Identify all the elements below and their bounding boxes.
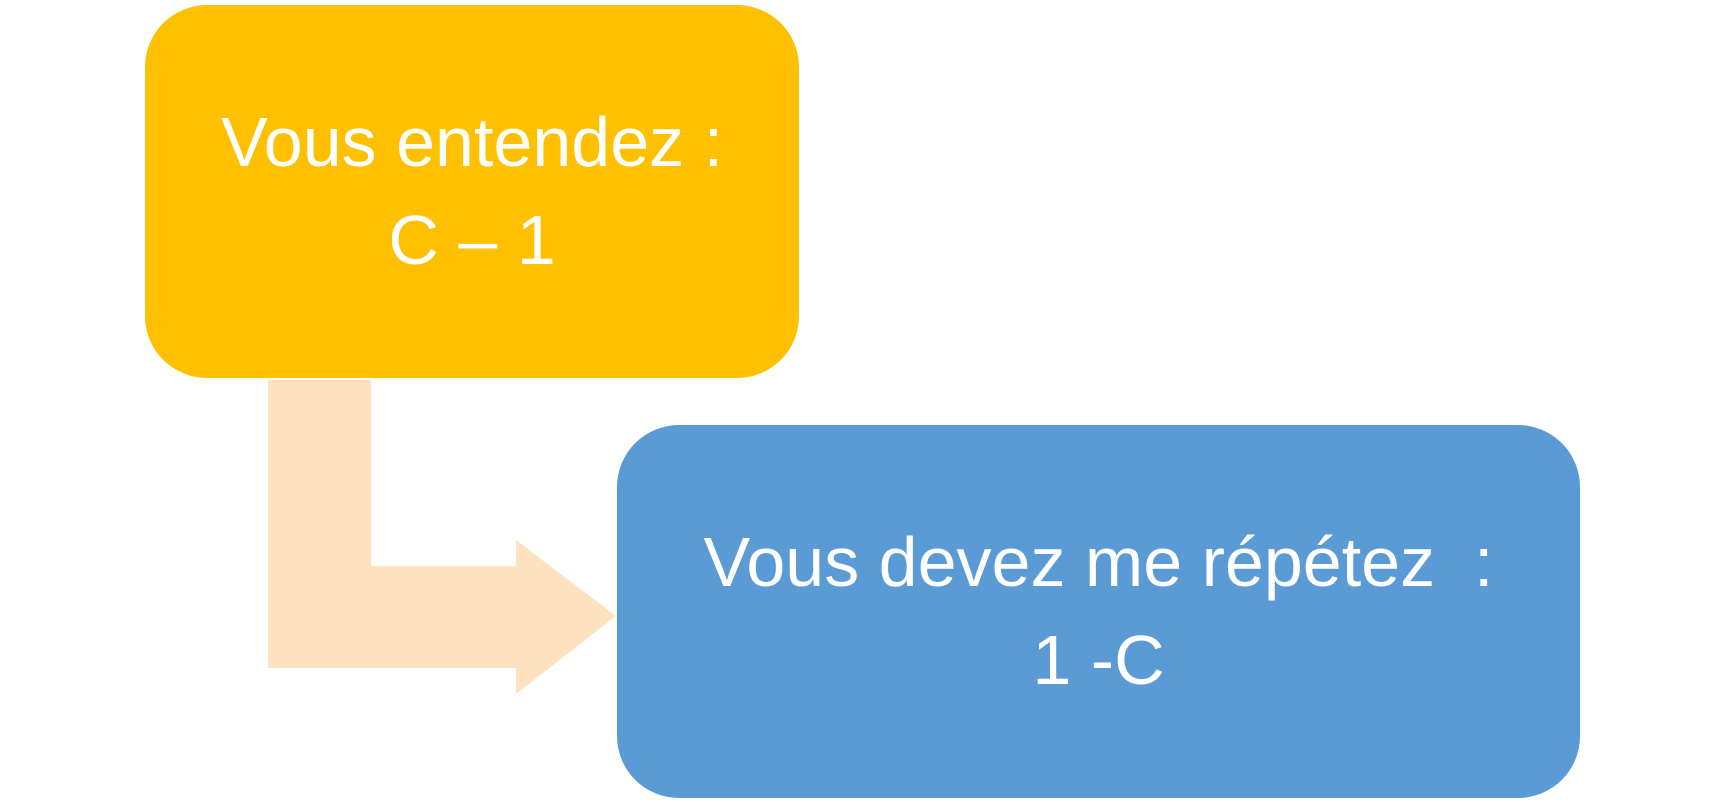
heard-box-label: Vous entendez :: [220, 102, 724, 181]
repeat-box-label: Vous devez me répétez :: [703, 522, 1494, 601]
repeat-box-value: 1 -C: [1032, 620, 1165, 699]
heard-box-value: C – 1: [388, 200, 556, 279]
heard-box: Vous entendez : C – 1: [145, 5, 799, 378]
repeat-box: Vous devez me répétez : 1 -C: [617, 425, 1580, 798]
diagram-canvas: Vous entendez : C – 1 Vous devez me répé…: [0, 0, 1725, 802]
bent-arrow-shape: [268, 380, 616, 694]
